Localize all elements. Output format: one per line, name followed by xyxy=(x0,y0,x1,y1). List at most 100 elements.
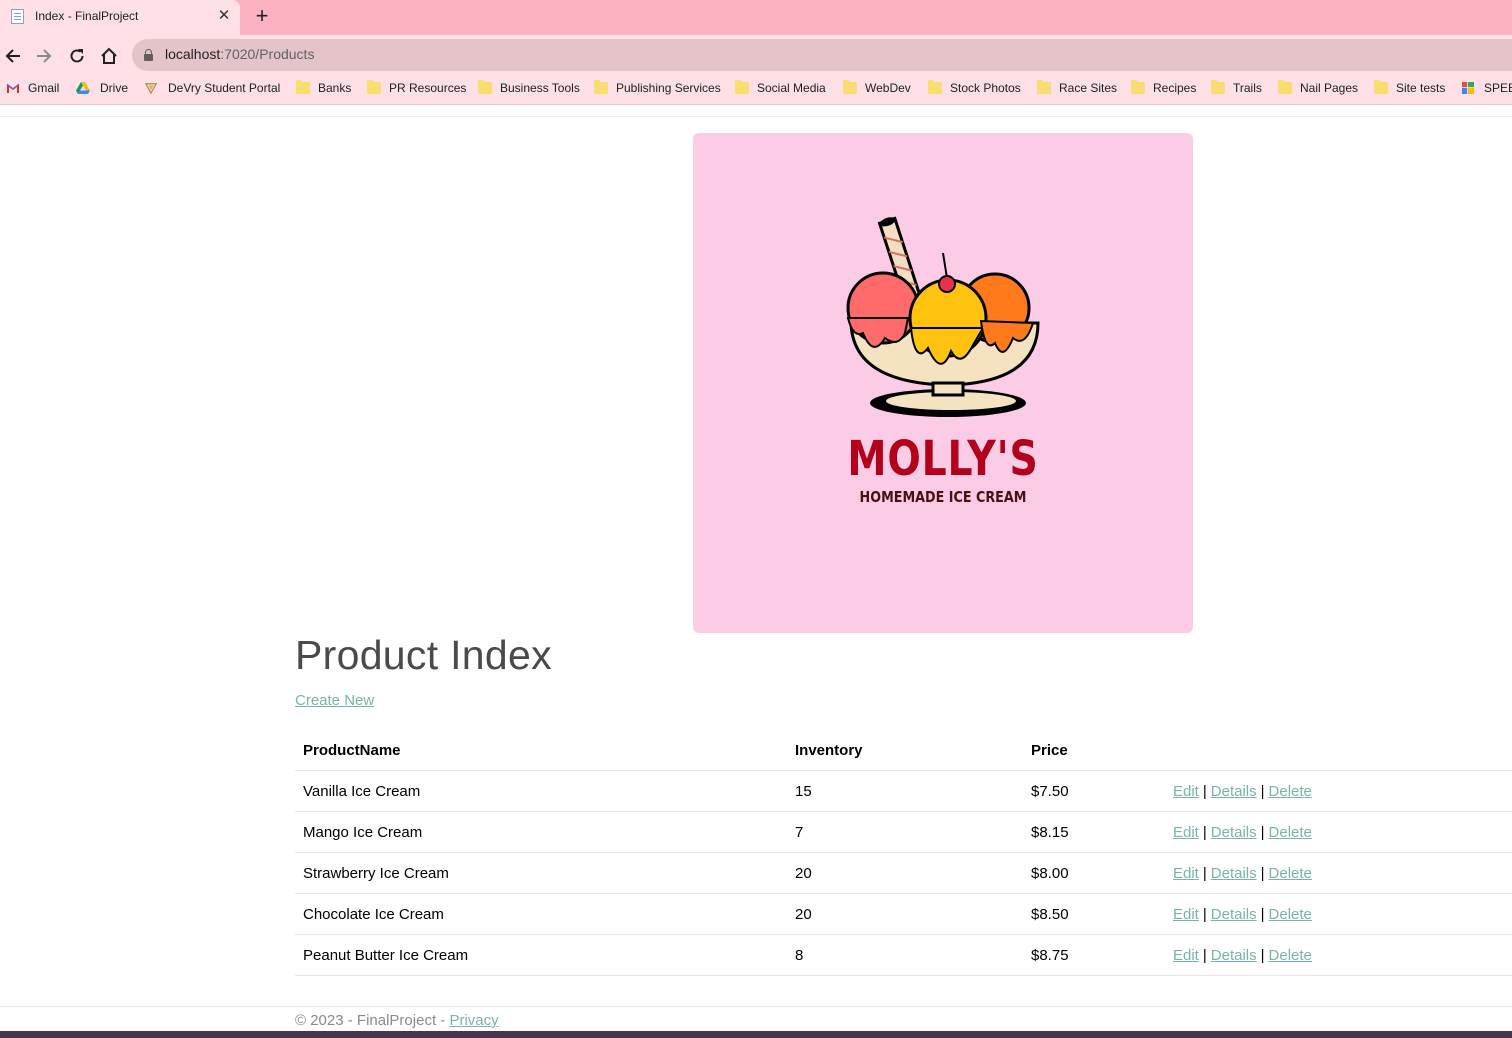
product-name: Chocolate Ice Cream xyxy=(295,893,787,935)
edit-link[interactable]: Edit xyxy=(1173,824,1199,841)
column-header-inventory: Inventory xyxy=(787,730,1023,771)
footer: © 2023 - FinalProject - Privacy xyxy=(295,1012,499,1029)
speed-icon xyxy=(1462,82,1474,94)
column-header-price: Price xyxy=(1023,730,1165,771)
product-price: $8.15 xyxy=(1023,811,1165,853)
devry-icon xyxy=(144,83,158,94)
bookmark-social-media[interactable]: Social Media xyxy=(735,80,826,99)
tab-active[interactable]: Index - FinalProject ✕ xyxy=(0,0,240,35)
table-row: Peanut Butter Ice Cream 8 $8.75 Edit | Det… xyxy=(295,934,1512,976)
bookmark-recipes[interactable]: Recipes xyxy=(1131,80,1196,99)
bookmark-stock-photos[interactable]: Stock Photos xyxy=(928,80,1021,99)
bookmark-speed[interactable]: SPEED xyxy=(1461,81,1512,99)
delete-link[interactable]: Delete xyxy=(1269,906,1312,923)
product-name: Mango Ice Cream xyxy=(295,811,787,853)
privacy-link[interactable]: Privacy xyxy=(449,1012,498,1029)
close-icon[interactable]: ✕ xyxy=(214,6,234,26)
product-inventory: 8 xyxy=(787,934,1023,976)
edit-link[interactable]: Edit xyxy=(1173,865,1199,882)
delete-link[interactable]: Delete xyxy=(1269,783,1312,800)
column-header-actions xyxy=(1165,730,1512,771)
product-inventory: 20 xyxy=(787,852,1023,894)
bookmark-nail-pages[interactable]: Nail Pages xyxy=(1278,80,1358,99)
bookmark-publishing-services[interactable]: Publishing Services xyxy=(594,80,721,99)
folder-icon xyxy=(1374,80,1388,94)
bookmark-trails[interactable]: Trails xyxy=(1211,80,1262,99)
bookmark-webdev[interactable]: WebDev xyxy=(843,80,911,99)
delete-link[interactable]: Delete xyxy=(1269,947,1312,964)
details-link[interactable]: Details xyxy=(1211,906,1257,923)
os-taskbar-edge xyxy=(0,1031,1512,1038)
reload-icon xyxy=(70,49,84,63)
bookmark-pr-resources[interactable]: PR Resources xyxy=(367,80,466,99)
separator: | xyxy=(1260,864,1265,882)
table-row: Mango Ice Cream 7 $8.15 Edit | Details | Del… xyxy=(295,811,1512,853)
folder-icon xyxy=(1037,80,1051,94)
separator: | xyxy=(1202,782,1207,800)
row-actions: Edit | Details | Delete xyxy=(1165,852,1512,894)
home-icon xyxy=(101,47,117,64)
separator: | xyxy=(1202,946,1207,964)
logo-subtitle: HOMEMADE ICE CREAM xyxy=(859,488,1027,506)
folder-icon xyxy=(928,80,942,94)
lock-icon[interactable] xyxy=(144,49,153,61)
table-row: Vanilla Ice Cream 15 $7.50 Edit | Details |… xyxy=(295,770,1512,812)
bookmark-gmail[interactable]: Gmail xyxy=(6,81,59,99)
footer-copyright: © 2023 - FinalProject - xyxy=(295,1012,450,1029)
product-price: $7.50 xyxy=(1023,770,1165,812)
row-actions: Edit | Details | Delete xyxy=(1165,811,1512,853)
url-text[interactable]: localhost:7020/Products xyxy=(165,46,314,62)
reload-button[interactable] xyxy=(64,43,90,69)
create-new-link[interactable]: Create New xyxy=(295,692,374,709)
separator: | xyxy=(1260,905,1265,923)
row-actions: Edit | Details | Delete xyxy=(1165,934,1512,976)
edit-link[interactable]: Edit xyxy=(1173,906,1199,923)
row-actions: Edit | Details | Delete xyxy=(1165,893,1512,935)
page-title: Product Index xyxy=(295,632,552,678)
bookmark-banks[interactable]: Banks xyxy=(296,80,351,99)
details-link[interactable]: Details xyxy=(1211,783,1257,800)
edit-link[interactable]: Edit xyxy=(1173,783,1199,800)
folder-icon xyxy=(296,80,310,94)
page-favicon-icon xyxy=(11,9,24,24)
forward-arrow-icon xyxy=(37,49,52,63)
separator: | xyxy=(1260,823,1265,841)
gmail-icon xyxy=(6,83,20,93)
bookmark-drive[interactable]: Drive xyxy=(76,81,128,99)
bookmark-race-sites[interactable]: Race Sites xyxy=(1037,80,1117,99)
folder-icon xyxy=(367,80,381,94)
bookmark-devry[interactable]: DeVry Student Portal xyxy=(144,81,280,99)
folder-icon xyxy=(478,80,492,94)
logo-title: MOLLY'S xyxy=(847,431,1039,487)
column-header-productname: ProductName xyxy=(295,730,787,771)
back-button[interactable] xyxy=(0,43,26,69)
table-row: Chocolate Ice Cream 20 $8.50 Edit | Detail… xyxy=(295,893,1512,935)
product-name: Peanut Butter Ice Cream xyxy=(295,934,787,976)
details-link[interactable]: Details xyxy=(1211,865,1257,882)
delete-link[interactable]: Delete xyxy=(1269,865,1312,882)
separator: | xyxy=(1202,905,1207,923)
forward-button[interactable] xyxy=(31,43,57,69)
browser-toolbar: localhost:7020/Products xyxy=(0,35,1512,76)
folder-icon xyxy=(1131,80,1145,94)
edit-link[interactable]: Edit xyxy=(1173,947,1199,964)
folder-icon xyxy=(1278,80,1292,94)
new-tab-button[interactable]: + xyxy=(250,4,274,28)
separator: | xyxy=(1260,782,1265,800)
details-link[interactable]: Details xyxy=(1211,824,1257,841)
address-bar[interactable]: localhost:7020/Products xyxy=(132,39,1512,71)
bookmark-business-tools[interactable]: Business Tools xyxy=(478,80,580,99)
drive-icon xyxy=(76,82,90,94)
bookmark-site-tests[interactable]: Site tests xyxy=(1374,80,1445,99)
product-inventory: 15 xyxy=(787,770,1023,812)
table-row: Strawberry Ice Cream 20 $8.00 Edit | Detai… xyxy=(295,852,1512,894)
folder-icon xyxy=(594,80,608,94)
logo-banner: MOLLY'S HOMEMADE ICE CREAM xyxy=(693,133,1193,633)
separator: | xyxy=(1202,823,1207,841)
delete-link[interactable]: Delete xyxy=(1269,824,1312,841)
product-price: $8.50 xyxy=(1023,893,1165,935)
home-button[interactable] xyxy=(96,43,122,69)
details-link[interactable]: Details xyxy=(1211,947,1257,964)
tab-strip: Index - FinalProject ✕ + xyxy=(0,0,1512,35)
back-arrow-icon xyxy=(5,49,20,63)
